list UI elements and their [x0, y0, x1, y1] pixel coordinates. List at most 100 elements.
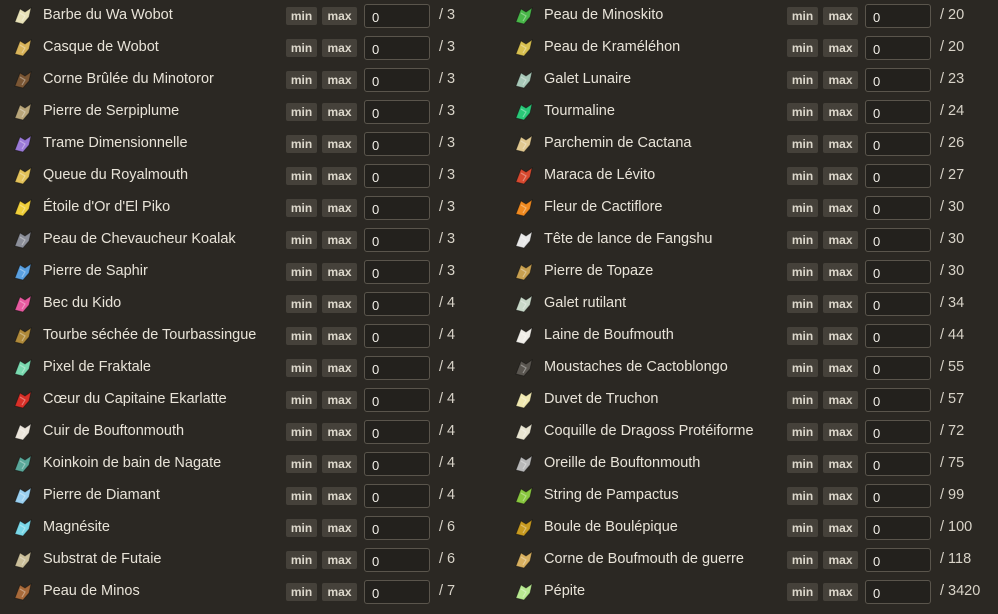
max-button[interactable]: max	[823, 71, 858, 89]
max-button[interactable]: max	[322, 423, 357, 441]
max-button[interactable]: max	[823, 551, 858, 569]
quantity-input[interactable]	[865, 228, 931, 252]
quantity-input[interactable]	[364, 324, 430, 348]
max-button[interactable]: max	[823, 423, 858, 441]
quantity-input[interactable]	[865, 196, 931, 220]
min-button[interactable]: min	[286, 455, 317, 473]
quantity-input[interactable]	[865, 324, 931, 348]
quantity-input[interactable]	[865, 452, 931, 476]
max-button[interactable]: max	[322, 359, 357, 377]
min-button[interactable]: min	[787, 487, 818, 505]
quantity-input[interactable]	[865, 388, 931, 412]
quantity-input[interactable]	[364, 164, 430, 188]
max-button[interactable]: max	[823, 391, 858, 409]
min-button[interactable]: min	[286, 39, 317, 57]
quantity-input[interactable]	[865, 484, 931, 508]
quantity-input[interactable]	[364, 452, 430, 476]
quantity-input[interactable]	[364, 132, 430, 156]
max-button[interactable]: max	[322, 199, 357, 217]
min-button[interactable]: min	[286, 103, 317, 121]
max-button[interactable]: max	[322, 103, 357, 121]
min-button[interactable]: min	[787, 135, 818, 153]
quantity-input[interactable]	[865, 292, 931, 316]
min-button[interactable]: min	[286, 135, 317, 153]
max-button[interactable]: max	[823, 135, 858, 153]
quantity-input[interactable]	[364, 388, 430, 412]
max-button[interactable]: max	[823, 583, 858, 601]
max-button[interactable]: max	[322, 455, 357, 473]
min-button[interactable]: min	[286, 391, 317, 409]
min-button[interactable]: min	[787, 455, 818, 473]
min-button[interactable]: min	[286, 583, 317, 601]
min-button[interactable]: min	[787, 103, 818, 121]
max-button[interactable]: max	[322, 583, 357, 601]
min-button[interactable]: min	[787, 583, 818, 601]
min-button[interactable]: min	[286, 487, 317, 505]
min-button[interactable]: min	[787, 231, 818, 249]
max-button[interactable]: max	[322, 391, 357, 409]
max-button[interactable]: max	[823, 455, 858, 473]
quantity-input[interactable]	[364, 516, 430, 540]
min-button[interactable]: min	[286, 327, 317, 345]
quantity-input[interactable]	[364, 68, 430, 92]
max-button[interactable]: max	[322, 231, 357, 249]
quantity-input[interactable]	[364, 356, 430, 380]
max-button[interactable]: max	[823, 167, 858, 185]
quantity-input[interactable]	[865, 516, 931, 540]
quantity-input[interactable]	[364, 292, 430, 316]
max-button[interactable]: max	[823, 7, 858, 25]
max-button[interactable]: max	[322, 135, 357, 153]
max-button[interactable]: max	[322, 71, 357, 89]
quantity-input[interactable]	[865, 548, 931, 572]
max-button[interactable]: max	[823, 487, 858, 505]
min-button[interactable]: min	[286, 199, 317, 217]
quantity-input[interactable]	[865, 68, 931, 92]
min-button[interactable]: min	[787, 71, 818, 89]
max-button[interactable]: max	[823, 103, 858, 121]
min-button[interactable]: min	[787, 423, 818, 441]
quantity-input[interactable]	[364, 548, 430, 572]
max-button[interactable]: max	[322, 327, 357, 345]
min-button[interactable]: min	[286, 551, 317, 569]
max-button[interactable]: max	[322, 519, 357, 537]
min-button[interactable]: min	[286, 167, 317, 185]
max-button[interactable]: max	[823, 263, 858, 281]
min-button[interactable]: min	[286, 71, 317, 89]
min-button[interactable]: min	[286, 519, 317, 537]
quantity-input[interactable]	[364, 580, 430, 604]
max-button[interactable]: max	[322, 551, 357, 569]
max-button[interactable]: max	[823, 39, 858, 57]
quantity-input[interactable]	[865, 4, 931, 28]
min-button[interactable]: min	[286, 7, 317, 25]
max-button[interactable]: max	[322, 487, 357, 505]
max-button[interactable]: max	[322, 7, 357, 25]
max-button[interactable]: max	[823, 231, 858, 249]
quantity-input[interactable]	[865, 164, 931, 188]
min-button[interactable]: min	[286, 359, 317, 377]
min-button[interactable]: min	[787, 263, 818, 281]
quantity-input[interactable]	[865, 356, 931, 380]
quantity-input[interactable]	[865, 36, 931, 60]
min-button[interactable]: min	[787, 327, 818, 345]
max-button[interactable]: max	[322, 295, 357, 313]
min-button[interactable]: min	[787, 39, 818, 57]
max-button[interactable]: max	[823, 199, 858, 217]
min-button[interactable]: min	[787, 551, 818, 569]
quantity-input[interactable]	[364, 228, 430, 252]
min-button[interactable]: min	[787, 359, 818, 377]
min-button[interactable]: min	[286, 295, 317, 313]
max-button[interactable]: max	[823, 295, 858, 313]
quantity-input[interactable]	[865, 100, 931, 124]
max-button[interactable]: max	[322, 167, 357, 185]
min-button[interactable]: min	[787, 391, 818, 409]
max-button[interactable]: max	[823, 519, 858, 537]
quantity-input[interactable]	[364, 196, 430, 220]
min-button[interactable]: min	[787, 7, 818, 25]
quantity-input[interactable]	[865, 260, 931, 284]
max-button[interactable]: max	[322, 39, 357, 57]
max-button[interactable]: max	[823, 327, 858, 345]
min-button[interactable]: min	[787, 199, 818, 217]
quantity-input[interactable]	[364, 420, 430, 444]
quantity-input[interactable]	[364, 260, 430, 284]
min-button[interactable]: min	[787, 519, 818, 537]
